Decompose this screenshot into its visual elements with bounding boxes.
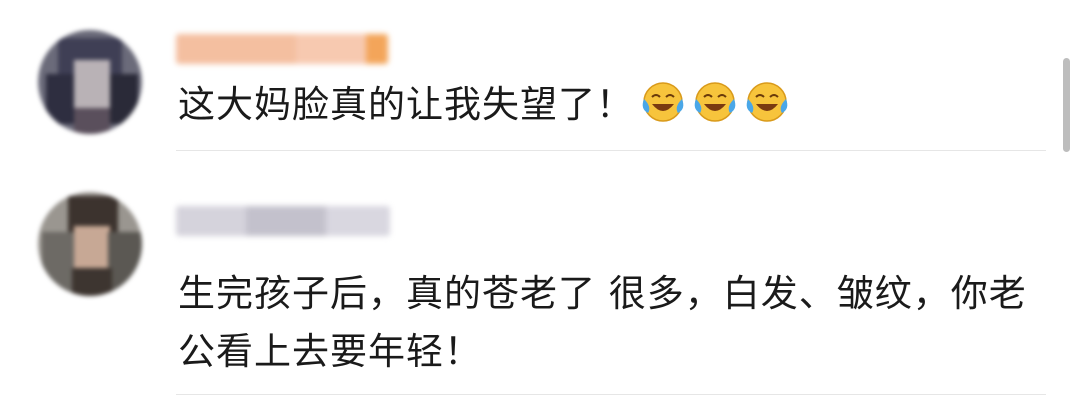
laugh-cry-icon: [642, 82, 684, 122]
comment-text-line-1: 生完孩子后，真的苍老了 很多，白发、皱纹，你老: [178, 272, 1027, 315]
avatar[interactable]: [38, 192, 142, 296]
username-blurred[interactable]: [176, 34, 388, 64]
comment-text-line-2: 公看上去要年轻！: [178, 330, 482, 373]
comment-2: 生完孩子后，真的苍老了 很多，白发、皱纹，你老 公看上去要年轻！: [0, 170, 1080, 404]
scrollbar[interactable]: [1063, 58, 1070, 152]
username-blurred[interactable]: [176, 206, 390, 236]
avatar[interactable]: [38, 30, 142, 134]
divider: [176, 394, 1046, 395]
laugh-cry-icon: [746, 82, 788, 122]
comment-1: 这大妈脸真的让我失望了！: [0, 0, 1080, 170]
comment-text: 这大妈脸真的让我失望了！: [178, 76, 790, 134]
divider: [176, 150, 1046, 151]
laugh-cry-icon: [694, 82, 736, 122]
